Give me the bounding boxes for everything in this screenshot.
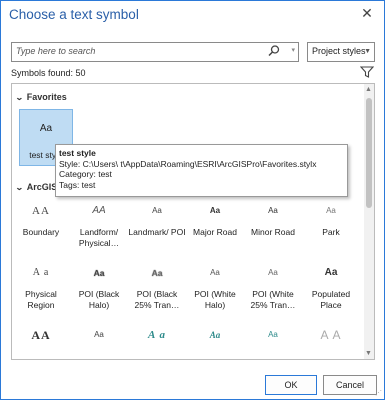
dialog-title: Choose a text symbol [9,7,139,22]
close-icon[interactable]: ✕ [360,6,374,20]
symbol-label: Populated Place [311,289,351,310]
symbol-tile[interactable]: A a Physical Region [12,263,70,318]
symbol-swatch: Aa [209,330,221,340]
collapse-chevron-icon: ⌄ [14,183,24,192]
symbol-swatch: Aa [324,267,338,278]
symbol-tile[interactable]: AA [12,325,70,359]
symbol-label: Landmark/ POI [128,227,186,237]
symbol-label: Major Road [193,227,237,237]
scroll-down-icon[interactable]: ▼ [365,350,372,357]
choose-text-symbol-dialog: Choose a text symbol ✕ ▾ Project styles … [0,0,385,400]
symbol-tile[interactable]: Aa Minor Road [244,201,302,256]
symbol-swatch: Aa [209,206,221,215]
group-header-arcgis[interactable]: ⌄ ArcGIS [14,182,58,192]
symbol-gallery: ⌄ Favorites Aa test style ⌄ ArcGIS AA Bound… [11,83,375,360]
symbol-tile[interactable]: Aa POI (White 25% Tran… [244,263,302,318]
resize-grip-icon[interactable]: ⋰ [375,389,382,397]
symbol-label: Minor Road [251,227,295,237]
symbol-swatch: AA [32,205,50,217]
symbol-label: POI (White Halo) [194,289,236,310]
tooltip-style-path: Style: C:\Users\ t\AppData\Roaming\ESRI\… [59,158,317,169]
symbol-swatch: Aa [151,268,163,278]
search-box[interactable]: ▾ [11,42,299,62]
filter-icon[interactable] [360,65,374,79]
symbol-tile[interactable]: Aa POI (Black 25% Tran… [128,263,186,318]
symbol-tile[interactable]: A A [302,325,360,359]
symbol-swatch: A a [148,329,166,341]
symbol-tile[interactable]: Aa [244,325,302,359]
symbols-found-count: Symbols found: 50 [11,68,86,78]
group-header-favorites[interactable]: ⌄ Favorites [14,92,67,102]
symbol-label: POI (White 25% Tran… [250,289,296,310]
styles-dropdown-value: Project styles [312,46,366,56]
symbol-tile[interactable]: Aa Major Road [186,201,244,256]
symbol-tile[interactable]: A a [128,325,186,359]
symbol-label: Physical Region [25,289,57,310]
group-label: Favorites [26,92,67,102]
symbol-tile[interactable]: Aa Park [302,201,360,256]
vertical-scrollbar[interactable]: ▲ ▼ [364,84,374,359]
symbol-tooltip: test style Style: C:\Users\ t\AppData\Ro… [55,144,348,197]
scrollbar-thumb[interactable] [366,98,372,208]
symbol-swatch: AA [92,205,106,216]
symbol-tile[interactable]: Aa POI (White Halo) [186,263,244,318]
symbol-swatch: Aa [326,206,336,215]
symbol-swatch: A A [320,328,342,342]
symbol-swatch: AA [31,328,51,342]
symbol-swatch: Aa [210,268,220,277]
symbol-tile[interactable]: Aa POI (Black Halo) [70,263,128,318]
symbol-swatch: Aa [268,206,278,215]
chevron-down-icon: ▼ [364,48,371,55]
scroll-up-icon[interactable]: ▲ [365,86,372,93]
title-bar: Choose a text symbol ✕ [1,1,384,31]
symbol-label: Park [322,227,340,237]
symbol-swatch: Aa [93,268,105,278]
search-input[interactable] [12,43,270,59]
symbol-swatch: A a [32,267,50,278]
symbol-tile[interactable]: AA Landform/ Physical… [70,201,128,256]
symbol-label: Landform/ Physical… [78,227,120,248]
symbol-swatch: Aa [94,330,104,339]
symbol-swatch: Aa [268,330,278,339]
search-icon[interactable] [267,44,281,58]
styles-dropdown[interactable]: Project styles ▼ [307,42,375,62]
tooltip-title: test style [59,148,96,158]
symbol-tile[interactable]: Aa [186,325,244,359]
search-history-dropdown-icon[interactable]: ▾ [291,46,295,54]
symbol-tile[interactable]: Aa Landmark/ POI [128,201,186,256]
cancel-button[interactable]: Cancel [323,375,377,395]
group-label: ArcGIS [26,182,58,192]
symbol-label: POI (Black 25% Tran… [134,289,180,310]
symbol-tile[interactable]: Aa [70,325,128,359]
symbol-tile[interactable]: AA Boundary [12,201,70,256]
symbol-swatch: Aa [152,206,162,215]
symbol-label: POI (Black Halo) [78,289,120,310]
ok-button[interactable]: OK [265,375,317,395]
symbol-tile[interactable]: Aa Populated Place [302,263,360,318]
tooltip-tags: Tags: test [59,179,96,190]
collapse-chevron-icon: ⌄ [14,93,24,102]
symbol-label: Boundary [22,227,60,237]
tooltip-category: Category: test [59,169,112,179]
symbol-swatch: Aa [268,268,278,277]
symbol-swatch: Aa [39,123,53,134]
